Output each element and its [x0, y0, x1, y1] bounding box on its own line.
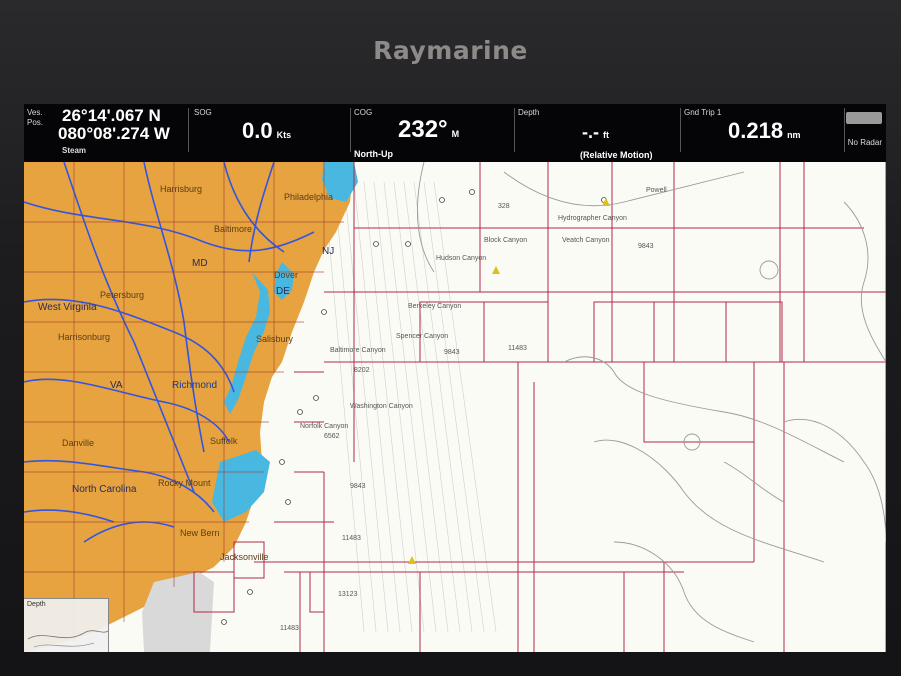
city-label: New Bern	[180, 528, 220, 538]
canyon-label: Baltimore Canyon	[330, 347, 386, 354]
city-label: Baltimore	[214, 224, 252, 234]
state-label-va: VA	[110, 380, 123, 391]
cog-cell[interactable]: COG 232° M North-Up	[352, 104, 512, 162]
orientation-mode[interactable]: North-Up	[354, 149, 393, 159]
radar-icon[interactable]	[846, 112, 882, 124]
canyon-label: Hudson Canyon	[436, 255, 486, 262]
depth-sounding: 13123	[338, 591, 358, 598]
depth-inset-label: Depth	[27, 601, 46, 608]
canyon-label: Spencer Canyon	[396, 333, 448, 340]
gnd-trip-label: Gnd Trip 1	[684, 108, 722, 117]
sog-value: 0.0 Kts	[242, 118, 292, 143]
canyon-label: Powell	[646, 187, 667, 194]
city-label: Philadelphia	[284, 192, 333, 202]
depth-sounding: 9843	[350, 483, 366, 490]
radar-status[interactable]: No Radar	[848, 138, 882, 147]
divider	[188, 108, 189, 152]
city-label: Salisbury	[256, 334, 294, 344]
divider	[350, 108, 351, 152]
depth-sounding: 8202	[354, 367, 370, 374]
vessel-position-label-2: Pos.	[27, 118, 44, 127]
canyon-label: Veatch Canyon	[562, 237, 610, 244]
city-label: Jacksonville	[220, 552, 269, 562]
state-label-nj: NJ	[322, 246, 334, 257]
depth-sounding: 11483	[508, 345, 527, 352]
data-bar: Ves. Pos. 26°14'.067 N 080°08'.274 W Ste…	[24, 104, 886, 162]
city-label: Suffolk	[210, 436, 238, 446]
canyon-label: Hydrographer Canyon	[558, 215, 627, 222]
depth-sounding: 328	[498, 203, 510, 210]
depth-sounding: 11483	[342, 535, 361, 542]
latitude-value: 26°14'.067 N	[62, 106, 161, 125]
canyon-label: Berkeley Canyon	[408, 303, 461, 310]
depth-sounding: 9843	[444, 349, 460, 356]
depth-sounding: 11483	[280, 625, 299, 632]
canyon-label: Norfolk Canyon	[300, 423, 348, 430]
city-label: Harrisonburg	[58, 332, 110, 342]
city-label: Dover	[274, 270, 298, 280]
depth-sounding: 9843	[638, 243, 654, 250]
state-label-de: DE	[276, 286, 290, 297]
depth-sounding: 6562	[324, 433, 340, 440]
gnd-trip-cell[interactable]: Gnd Trip 1 0.218 nm	[682, 104, 842, 162]
state-label-nc: North Carolina	[72, 484, 137, 495]
chartplotter-screen: MD NJ DE VA West Virginia North Carolina…	[24, 104, 886, 652]
depth-cell[interactable]: Depth -.- ft (Relative Motion)	[516, 104, 678, 162]
city-label: Richmond	[172, 380, 217, 391]
state-label-md: MD	[192, 258, 208, 269]
longitude-value: 080°08'.274 W	[58, 124, 170, 143]
gnd-trip-value: 0.218 nm	[728, 118, 801, 143]
city-label: Petersburg	[100, 290, 144, 300]
cog-label: COG	[354, 108, 373, 117]
city-label: Harrisburg	[160, 184, 202, 194]
gnd-trip-unit: nm	[787, 130, 801, 140]
position-mode: Steam	[62, 146, 87, 155]
canyon-label: Block Canyon	[484, 237, 527, 244]
city-label: Danville	[62, 438, 94, 448]
city-label: Rocky Mount	[158, 478, 211, 488]
sog-unit: Kts	[276, 130, 292, 140]
vessel-position-cell[interactable]: Ves. Pos. 26°14'.067 N 080°08'.274 W Ste…	[24, 104, 194, 162]
motion-mode[interactable]: (Relative Motion)	[580, 150, 653, 160]
depth-unit: ft	[603, 130, 609, 140]
sog-cell[interactable]: SOG 0.0 Kts	[190, 104, 348, 162]
divider	[680, 108, 681, 152]
canyon-label: Washington Canyon	[350, 403, 413, 410]
cog-unit: M	[451, 129, 460, 139]
divider	[514, 108, 515, 152]
cog-value: 232° M	[398, 116, 460, 143]
depth-value: -.- ft	[582, 122, 609, 142]
nautical-chart[interactable]: MD NJ DE VA West Virginia North Carolina…	[24, 162, 886, 652]
sog-label: SOG	[194, 108, 212, 117]
divider	[844, 108, 845, 152]
vessel-position-label: Ves.	[27, 108, 43, 117]
state-label-wv: West Virginia	[38, 302, 97, 313]
depth-label: Depth	[518, 108, 540, 117]
brand-logo: Raymarine	[373, 36, 528, 65]
depth-inset[interactable]: Depth	[24, 598, 109, 652]
